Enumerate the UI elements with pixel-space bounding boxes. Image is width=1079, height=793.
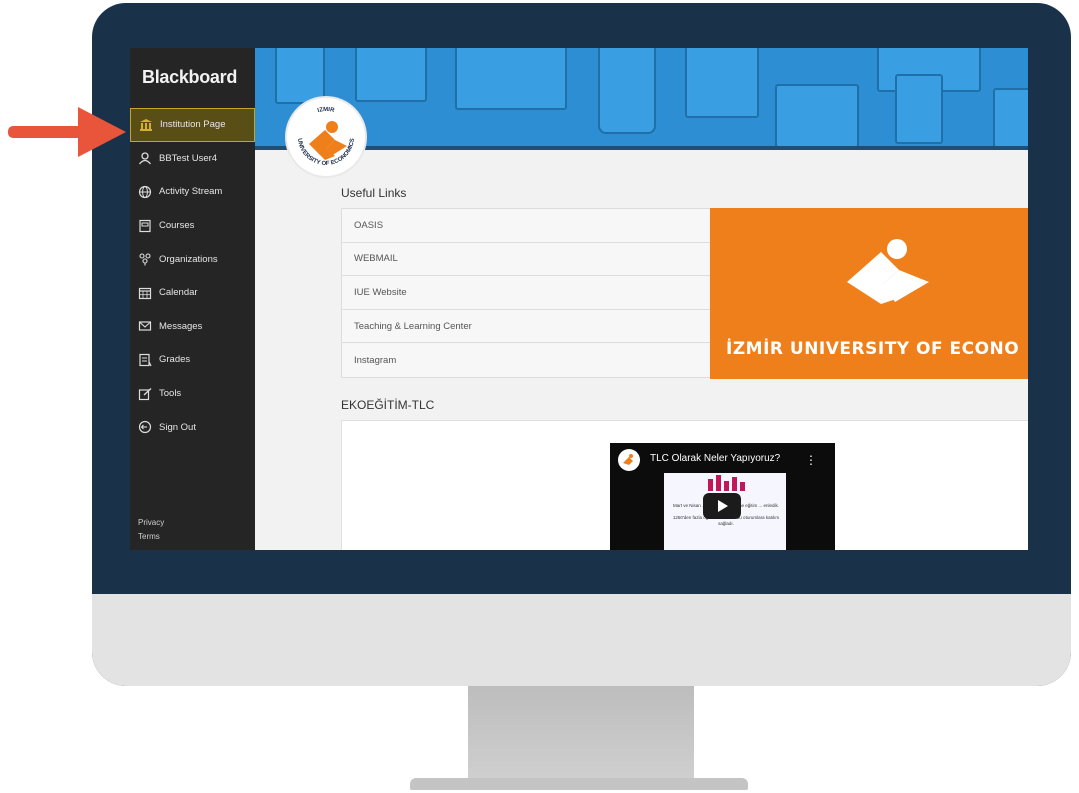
sign-out-icon [138, 420, 152, 434]
sidebar-item-label: BBTest User4 [159, 152, 218, 164]
video-title[interactable]: TLC Olarak Neler Yapıyoruz? [650, 453, 780, 464]
link-instagram[interactable]: Instagram [342, 343, 712, 377]
sidebar-item-label: Institution Page [160, 119, 226, 131]
sidebar-item-calendar[interactable]: Calendar [130, 276, 255, 310]
banner-decor [775, 84, 859, 146]
globe-icon [138, 185, 152, 199]
main-content: Useful Links OASIS WEBMAIL IUE Website T… [255, 150, 1028, 550]
banner-decor [993, 88, 1028, 146]
sidebar-item-label: Sign Out [159, 421, 196, 433]
sidebar-item-label: Messages [159, 320, 203, 332]
link-teaching-learning-center[interactable]: Teaching & Learning Center [342, 310, 712, 344]
sidebar-item-label: Calendar [159, 287, 198, 299]
play-button[interactable] [703, 493, 741, 519]
sidebar-item-label: Tools [159, 388, 182, 400]
seal-top-text: IZMIR [317, 107, 336, 114]
privacy-link[interactable]: Privacy [138, 518, 164, 527]
monitor-stand-base [410, 778, 748, 790]
banner-decor [275, 48, 325, 104]
envelope-icon [138, 319, 152, 333]
sidebar-item-label: Organizations [159, 253, 218, 265]
tools-icon [138, 387, 152, 401]
play-icon [718, 500, 728, 512]
banner-decor [455, 48, 567, 110]
sidebar-item-profile[interactable]: BBTest User4 [130, 142, 255, 176]
courses-icon [138, 219, 152, 233]
svg-text:IZMIR: IZMIR [317, 107, 336, 114]
channel-avatar[interactable] [618, 449, 640, 471]
sidebar-nav: Institution Page BBTest User4 Activity S… [130, 108, 255, 444]
sidebar-item-label: Courses [159, 220, 195, 232]
institution-icon [139, 118, 153, 132]
sidebar-item-courses[interactable]: Courses [130, 209, 255, 243]
iue-brand-image: İZMİR UNIVERSITY OF ECONO [710, 208, 1028, 379]
sidebar-item-messages[interactable]: Messages [130, 310, 255, 344]
university-seal: IZMIR UNIVERSITY OF ECONOMICS [287, 98, 365, 176]
user-icon [138, 151, 152, 165]
terms-link[interactable]: Terms [138, 532, 160, 541]
ekoegitim-title: EKOEĞİTİM-TLC [341, 398, 435, 412]
sidebar-item-institution-page[interactable]: Institution Page [130, 108, 255, 142]
youtube-video[interactable]: TLC Olarak Neler Yapıyoruz? ⋮ Mart ve Ni… [610, 443, 835, 550]
sidebar-item-grades[interactable]: Grades [130, 343, 255, 377]
monitor-chin [92, 594, 1071, 686]
sidebar-item-activity-stream[interactable]: Activity Stream [130, 175, 255, 209]
pointer-arrow-icon [8, 107, 126, 157]
sidebar-item-label: Grades [159, 354, 191, 366]
video-panel: TLC Olarak Neler Yapıyoruz? ⋮ Mart ve Ni… [341, 420, 1028, 550]
link-oasis[interactable]: OASIS [342, 209, 712, 243]
useful-links-list: OASIS WEBMAIL IUE Website Teaching & Lea… [341, 208, 713, 378]
useful-links-title: Useful Links [341, 186, 407, 200]
bar-graphic-icon [708, 475, 745, 491]
link-iue-website[interactable]: IUE Website [342, 276, 712, 310]
institution-banner [255, 48, 1028, 146]
sidebar-item-tools[interactable]: Tools [130, 377, 255, 411]
banner-decor [685, 48, 759, 118]
link-webmail[interactable]: WEBMAIL [342, 243, 712, 277]
sidebar-item-label: Activity Stream [159, 186, 223, 198]
sidebar: Blackboard Institution Page BBTest User4… [130, 48, 255, 550]
banner-decor [895, 74, 943, 144]
sidebar-item-organizations[interactable]: Organizations [130, 242, 255, 276]
grades-icon [138, 353, 152, 367]
calendar-icon [138, 286, 152, 300]
iue-logo-icon [847, 239, 929, 304]
blackboard-logo[interactable]: Blackboard [142, 67, 237, 88]
screen: Blackboard Institution Page BBTest User4… [130, 48, 1028, 550]
organizations-icon [138, 252, 152, 266]
more-options-icon[interactable]: ⋮ [805, 453, 817, 467]
iue-brand-text: İZMİR UNIVERSITY OF ECONO [726, 339, 1020, 359]
monitor-stand [468, 686, 694, 780]
banner-decor [355, 48, 427, 102]
sidebar-item-sign-out[interactable]: Sign Out [130, 410, 255, 444]
banner-decor [598, 48, 656, 134]
